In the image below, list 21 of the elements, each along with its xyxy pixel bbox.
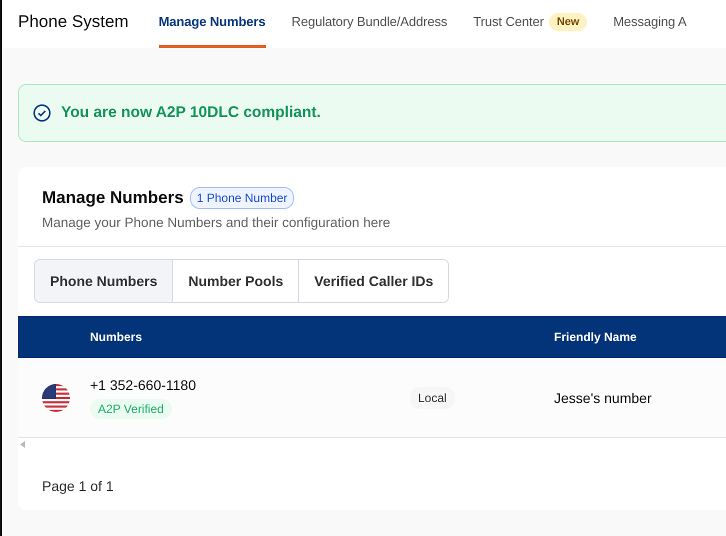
nav-tab[interactable]: Messaging A [613,0,687,48]
card-subtitle: Manage your Phone Numbers and their configuration here [42,215,392,230]
friendly-name: Jesse's number [554,390,652,406]
status-badge: A2P Verified [90,398,172,418]
nav-tab[interactable]: Trust Center New [473,0,588,48]
card-title: Manage Numbers [42,188,184,208]
column-header: Friendly Name [554,330,638,344]
check-circle-icon [33,104,51,122]
pagination-text: Page 1 of 1 [42,478,115,494]
new-badge: New [548,12,588,30]
type-badge: Local [410,386,455,408]
count-badge: 1 Phone Number [190,187,294,209]
banner-text: You are now A2P 10DLC compliant. [61,104,321,122]
phone-number: +1 352-660-1180 [90,376,196,392]
scroll-left-icon [20,441,25,448]
nav-tab[interactable]: Regulatory Bundle/Address [292,0,448,48]
flag-icon [42,384,70,412]
segment-tab[interactable]: Phone Numbers [35,260,174,302]
column-header: Numbers [90,330,144,344]
app-title: Phone System [18,12,129,33]
nav-tab[interactable]: Manage Numbers [158,0,266,48]
